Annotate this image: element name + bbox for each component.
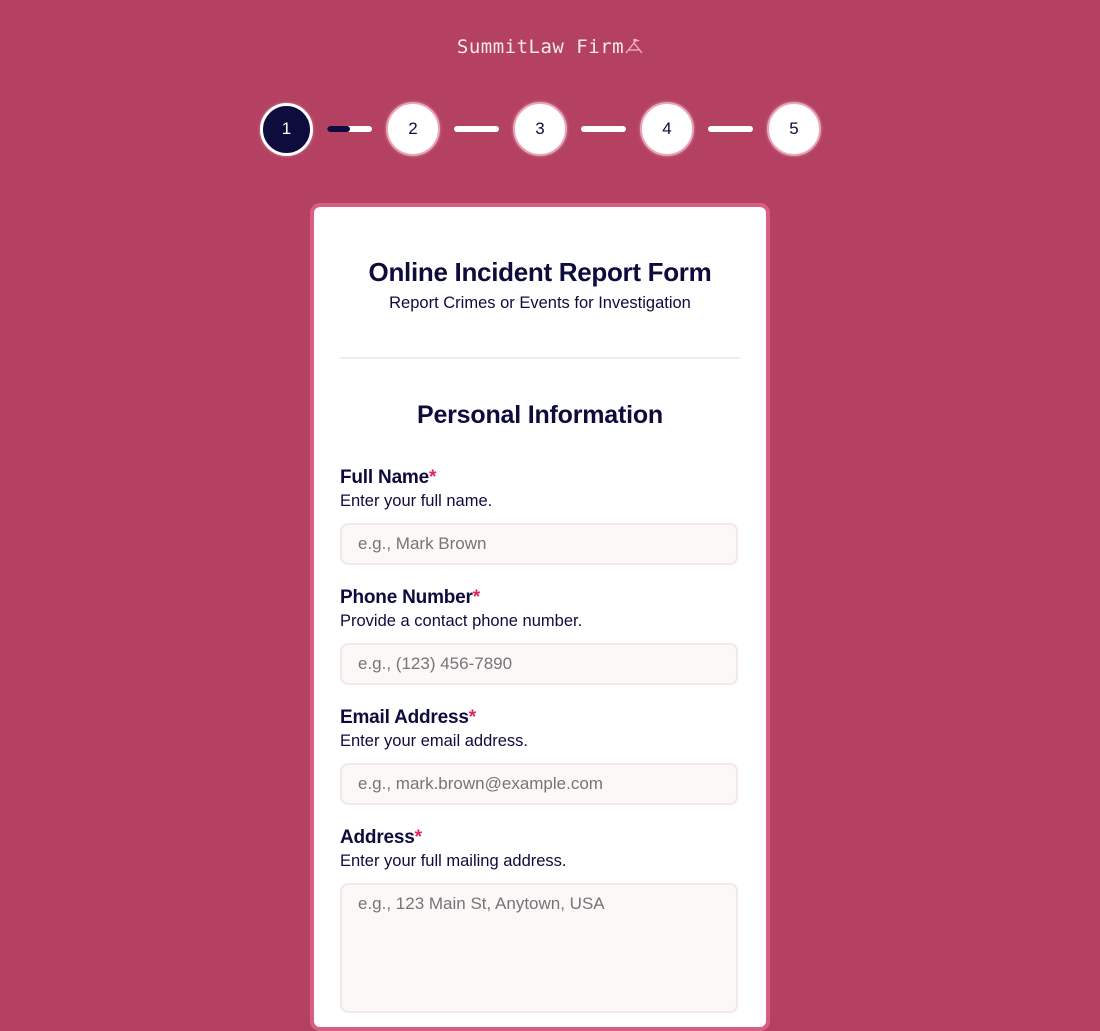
- field-help: Enter your full name.: [340, 492, 493, 510]
- field-address: Address* Enter your full mailing address…: [340, 827, 740, 1013]
- field-phone-number: Phone Number* Provide a contact phone nu…: [340, 587, 740, 685]
- full-name-input[interactable]: [340, 523, 738, 565]
- field-help: Enter your full mailing address.: [340, 852, 567, 870]
- brand-logo[interactable]: SummitLaw Firm: [0, 36, 1100, 58]
- step-connector-3: [581, 126, 626, 132]
- required-marker: *: [468, 707, 476, 728]
- field-label: Address*: [340, 827, 422, 848]
- step-3[interactable]: 3: [513, 102, 567, 156]
- field-label: Phone Number*: [340, 587, 480, 608]
- field-email-address: Email Address* Enter your email address.: [340, 707, 740, 805]
- brand-name: SummitLaw Firm: [456, 36, 625, 58]
- field-help: Enter your email address.: [340, 732, 529, 750]
- step-2[interactable]: 2: [386, 102, 440, 156]
- form-title: Online Incident Report Form: [368, 257, 712, 287]
- required-marker: *: [429, 467, 437, 488]
- form-subtitle: Report Crimes or Events for Investigatio…: [389, 294, 691, 312]
- progress-stepper: 1 2 3 4 5: [260, 102, 821, 156]
- connector-progress-fill: [327, 126, 350, 132]
- step-4[interactable]: 4: [640, 102, 694, 156]
- divider: [340, 357, 740, 359]
- field-label: Email Address*: [340, 707, 476, 728]
- field-help: Provide a contact phone number.: [340, 612, 583, 630]
- email-address-input[interactable]: [340, 763, 738, 805]
- address-textarea[interactable]: [340, 883, 738, 1013]
- field-full-name: Full Name* Enter your full name.: [340, 467, 740, 565]
- step-1[interactable]: 1: [260, 102, 313, 156]
- step-connector-1: [327, 126, 372, 132]
- phone-number-input[interactable]: [340, 643, 738, 685]
- required-marker: *: [472, 587, 480, 608]
- step-5[interactable]: 5: [767, 102, 821, 156]
- required-marker: *: [414, 827, 422, 848]
- section-title: Personal Information: [416, 401, 664, 429]
- summit-peak-flag-icon: [625, 38, 643, 54]
- step-connector-2: [454, 126, 499, 132]
- field-label: Full Name*: [340, 467, 437, 488]
- form-card: Online Incident Report Form Report Crime…: [310, 203, 770, 1031]
- step-connector-4: [708, 126, 753, 132]
